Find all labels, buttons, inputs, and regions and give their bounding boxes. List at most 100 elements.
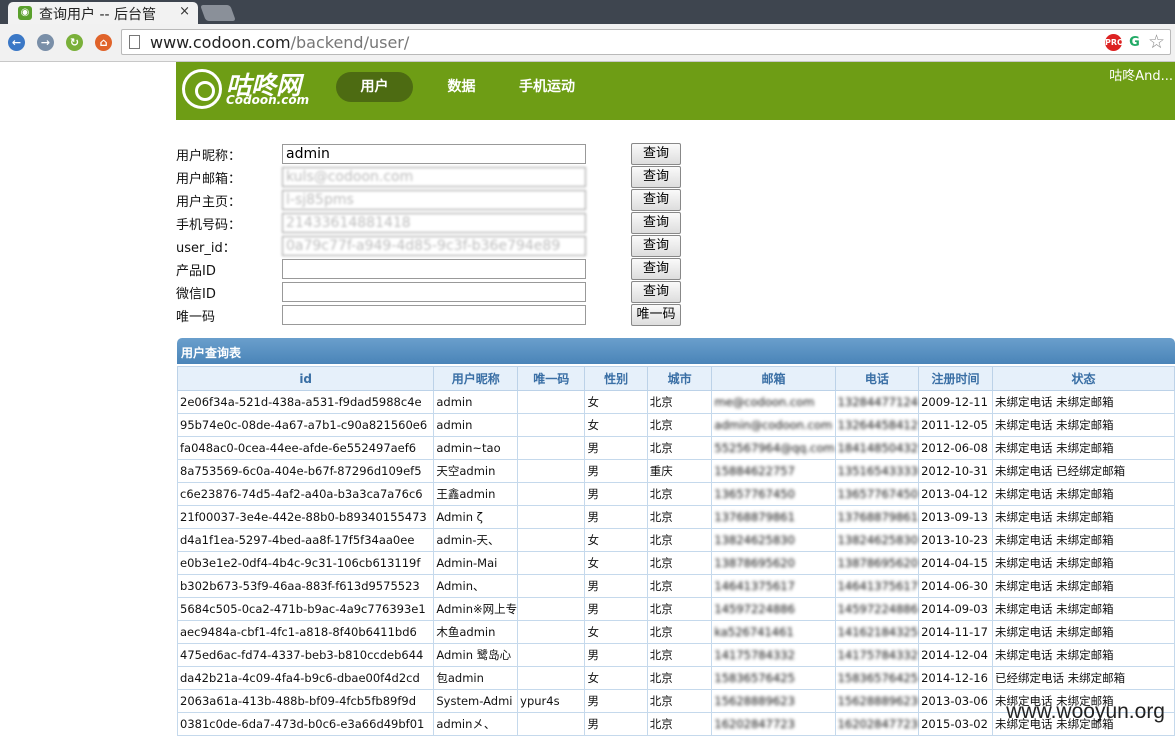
table-cell: 北京 xyxy=(646,689,713,713)
table-cell: Admin、 xyxy=(433,574,519,598)
table-cell: 未绑定电话 未绑定邮箱 xyxy=(991,643,1175,667)
results-title: 用户查询表 xyxy=(181,346,242,360)
column-header[interactable]: 邮箱 xyxy=(711,366,836,391)
table-row[interactable]: 5684c505-0ca2-471b-b9ac-4a9c776393e1 Admi… xyxy=(176,597,1175,621)
search-row: user_id： 0a79c77f-a949-4d85-9c3f-b36e794e… xyxy=(176,235,696,257)
url-text[interactable]: www.codoon.com/backend/user/ xyxy=(150,33,409,52)
bookmark-star-icon[interactable]: ☆ xyxy=(1148,31,1165,53)
browser-tab[interactable]: ◉ 查询用户 -- 后台管 × xyxy=(8,2,198,24)
table-cell: aec9484a-cbf1-4fc1-a818-8f40b6411bd6 xyxy=(176,620,435,644)
table-cell: c6e23876-74d5-4af2-a40a-b3a3ca7a76c6 xyxy=(176,482,435,506)
search-row: 微信ID 查询 xyxy=(176,281,696,303)
column-header[interactable]: 用户昵称 xyxy=(433,366,519,391)
table-cell: admin㐅、 xyxy=(433,712,519,736)
column-header[interactable]: id xyxy=(176,366,435,391)
nav-users[interactable]: 用户 xyxy=(336,72,413,102)
table-cell: 男 xyxy=(584,643,648,667)
search-input[interactable] xyxy=(282,305,586,325)
table-row[interactable]: c6e23876-74d5-4af2-a40a-b3a3ca7a76c6 王鑫ad… xyxy=(176,482,1175,506)
column-header[interactable]: 状态 xyxy=(991,366,1175,391)
search-input[interactable]: kuls@codoon.com xyxy=(282,167,586,187)
search-input[interactable]: 21433614881418 xyxy=(282,213,586,233)
forward-icon[interactable]: → xyxy=(37,34,54,51)
table-cell: 2013-03-06 xyxy=(918,689,993,713)
search-input[interactable]: 0a79c77f-a949-4d85-9c3f-b36e794e89 xyxy=(282,236,586,256)
table-cell: 2013-04-12 xyxy=(918,482,993,506)
url-path: /backend/user/ xyxy=(290,33,410,52)
table-cell: 天空admin xyxy=(433,459,519,483)
query-button[interactable]: 查询 xyxy=(631,143,681,165)
table-row[interactable]: 475ed6ac-fd74-4337-beb3-b810ccdeb644 Admi… xyxy=(176,643,1175,667)
back-icon[interactable]: ← xyxy=(8,34,25,51)
table-row[interactable]: da42b21a-4c09-4fa4-b9c6-dbae00f4d2cd 包adm… xyxy=(176,666,1175,690)
table-cell: 552567964@qq.com xyxy=(711,436,836,460)
reload-icon[interactable]: ↻ xyxy=(66,34,83,51)
query-button[interactable]: 查询 xyxy=(631,235,681,257)
table-row[interactable]: 95b74e0c-08de-4a67-a7b1-c90a821560e6 admi… xyxy=(176,413,1175,437)
table-cell: 男 xyxy=(584,482,648,506)
table-cell: Admin※网上专 xyxy=(433,597,519,621)
search-input[interactable]: l-sj85pms xyxy=(282,190,586,210)
table-row[interactable]: fa048ac0-0cea-44ee-afde-6e552497aef6 admi… xyxy=(176,436,1175,460)
table-cell xyxy=(517,505,586,529)
watermark: www.wooyun.org xyxy=(1006,700,1165,723)
query-button[interactable]: 查询 xyxy=(631,166,681,188)
query-button[interactable]: 唯一码 xyxy=(631,304,681,326)
table-row[interactable]: 2e06f34a-521d-438a-a531-f9dad5988c4e admi… xyxy=(176,390,1175,414)
table-cell xyxy=(517,413,586,437)
column-header[interactable]: 注册时间 xyxy=(918,366,993,391)
table-cell: 2013-10-23 xyxy=(918,528,993,552)
pro-extension-icon[interactable]: PRO xyxy=(1105,34,1124,51)
table-row[interactable]: d4a1f1ea-5297-4bed-aa8f-17f5f34aa0ee admi… xyxy=(176,528,1175,552)
table-cell: ypur4s xyxy=(517,689,586,713)
table-cell: 21f00037-3e4e-442e-88b0-b89340155473 xyxy=(176,505,435,529)
g-extension-icon[interactable]: G xyxy=(1126,34,1143,51)
table-row[interactable]: 21f00037-3e4e-442e-88b0-b89340155473 Admi… xyxy=(176,505,1175,529)
table-cell: 未绑定电话 未绑定邮箱 xyxy=(991,413,1175,437)
address-bar[interactable]: www.codoon.com/backend/user/ PRO G ☆ xyxy=(121,29,1171,55)
home-icon[interactable]: ⌂ xyxy=(95,34,112,51)
table-cell: 北京 xyxy=(646,643,713,667)
nav-mobile-sport[interactable]: 手机运动 xyxy=(511,72,583,102)
table-row[interactable]: 8a753569-6c0a-404e-b67f-87296d109ef5 天空ad… xyxy=(176,459,1175,483)
table-cell: da42b21a-4c09-4fa4-b9c6-dbae00f4d2cd xyxy=(176,666,435,690)
query-button[interactable]: 查询 xyxy=(631,212,681,234)
table-cell: 男 xyxy=(584,574,648,598)
table-cell: 北京 xyxy=(646,436,713,460)
query-button[interactable]: 查询 xyxy=(631,189,681,211)
results-table: id 用户昵称 唯一码 性别 城市 邮箱 电话 注册时间 状态 2e06f34a-521d-43… xyxy=(176,366,1175,736)
table-cell: d4a1f1ea-5297-4bed-aa8f-17f5f34aa0ee xyxy=(176,528,435,552)
table-cell: 2014-09-03 xyxy=(918,597,993,621)
search-input[interactable] xyxy=(282,282,586,302)
table-cell: 2011-12-05 xyxy=(918,413,993,437)
tab-close-icon[interactable]: × xyxy=(179,4,190,19)
table-cell: 北京 xyxy=(646,551,713,575)
table-cell: 2014-12-16 xyxy=(918,666,993,690)
table-cell xyxy=(517,620,586,644)
nav-data[interactable]: 数据 xyxy=(434,72,489,102)
search-input[interactable]: admin xyxy=(282,144,586,164)
table-row[interactable]: b302b673-53f9-46aa-883f-f613d9575523 Admi… xyxy=(176,574,1175,598)
table-cell: 北京 xyxy=(646,528,713,552)
table-cell xyxy=(517,436,586,460)
account-name[interactable]: 咕咚And... xyxy=(1109,65,1173,84)
table-row[interactable]: e0b3e1e2-0df4-4b4c-9c31-106cb613119f Admi… xyxy=(176,551,1175,575)
column-header[interactable]: 性别 xyxy=(584,366,648,391)
query-button[interactable]: 查询 xyxy=(631,258,681,280)
new-tab-button[interactable] xyxy=(200,5,236,21)
codoon-logo-icon[interactable] xyxy=(182,69,222,109)
column-header[interactable]: 电话 xyxy=(834,366,920,391)
search-label: 用户主页： xyxy=(176,195,242,210)
column-header[interactable]: 唯一码 xyxy=(517,366,586,391)
table-cell: 包admin xyxy=(433,666,519,690)
table-cell: 14175784332 xyxy=(834,643,920,667)
column-header[interactable]: 城市 xyxy=(646,366,713,391)
url-host: www.codoon.com xyxy=(150,33,291,52)
search-label: user_id： xyxy=(176,241,236,256)
search-input[interactable] xyxy=(282,259,586,279)
table-cell: Admin-Mai xyxy=(433,551,519,575)
table-cell: 男 xyxy=(584,689,648,713)
table-cell: 北京 xyxy=(646,597,713,621)
query-button[interactable]: 查询 xyxy=(631,281,681,303)
table-row[interactable]: aec9484a-cbf1-4fc1-a818-8f40b6411bd6 木鱼ad… xyxy=(176,620,1175,644)
